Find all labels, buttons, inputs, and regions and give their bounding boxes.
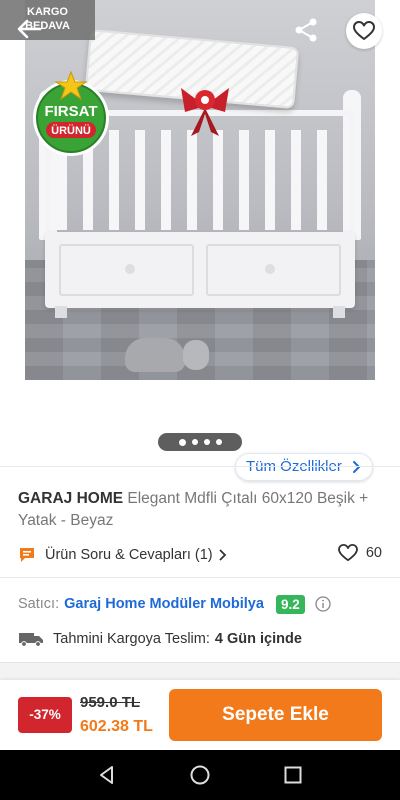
truck-icon [19, 633, 43, 647]
gift-bow-icon [181, 88, 229, 136]
section-separator [0, 662, 400, 680]
product-title: GARAJ HOME Elegant Mdfli Çıtalı 60x120 B… [18, 488, 378, 532]
gallery-pager[interactable] [158, 433, 242, 451]
chevron-right-icon [218, 549, 226, 561]
pager-dot[interactable] [178, 438, 186, 446]
pager-dot[interactable] [203, 439, 210, 445]
likes-count: 60 [365, 545, 382, 561]
qa-link[interactable]: Ürün Soru & Cevapları (1) [45, 547, 213, 563]
product-gallery[interactable]: KARGO BEDAVA FIRSAT ÜRÜNÜ Tüm Özellikler [0, 0, 400, 481]
chevron-right-icon [352, 461, 361, 473]
current-price: 602.38 TL [80, 718, 153, 735]
pager-dot[interactable] [215, 439, 222, 445]
product-brand[interactable]: GARAJ HOME [18, 490, 123, 507]
heart-icon [337, 544, 358, 562]
old-price: 959.0 TL [80, 694, 141, 711]
nav-back-icon[interactable] [96, 764, 118, 786]
deal-badge-line1: FIRSAT [44, 103, 97, 120]
share-icon[interactable] [292, 16, 320, 44]
seller-row: Satıcı: Garaj Home Modüler Mobilya 9.2 [18, 592, 382, 616]
shipping-row: Tahmini Kargoya Teslim: 4 Gün içinde [18, 628, 382, 650]
add-to-cart-button[interactable]: Sepete Ekle [169, 689, 382, 741]
seller-link[interactable]: Garaj Home Modüler Mobilya [64, 596, 264, 612]
seller-label: Satıcı: [18, 596, 60, 612]
toy-illustration [183, 340, 209, 370]
heart-icon [353, 21, 375, 40]
pager-dot[interactable] [191, 439, 198, 445]
shipping-value: 4 Gün içinde [214, 631, 302, 647]
discount-badge: -37% [18, 697, 72, 733]
nav-recents-icon[interactable] [282, 764, 304, 786]
system-nav-bar [0, 750, 400, 800]
back-arrow-icon[interactable] [14, 14, 44, 44]
info-icon[interactable] [315, 596, 331, 612]
product-image[interactable] [25, 0, 375, 380]
shipping-label: Tahmini Kargoya Teslim: [53, 631, 210, 647]
seller-score-badge: 9.2 [275, 594, 305, 614]
chat-icon [20, 548, 34, 562]
qa-row: Ürün Soru & Cevapları (1) 60 [18, 544, 382, 566]
nav-home-icon[interactable] [189, 764, 211, 786]
all-features-button[interactable]: Tüm Özellikler [235, 453, 373, 481]
favorite-button[interactable] [346, 13, 382, 49]
deal-badge-line2: ÜRÜNÜ [51, 124, 91, 137]
toy-illustration [125, 338, 185, 372]
divider [0, 577, 400, 578]
deal-badge: FIRSAT ÜRÜNÜ [33, 70, 109, 156]
divider [0, 466, 400, 467]
likes-counter[interactable]: 60 [337, 544, 382, 562]
